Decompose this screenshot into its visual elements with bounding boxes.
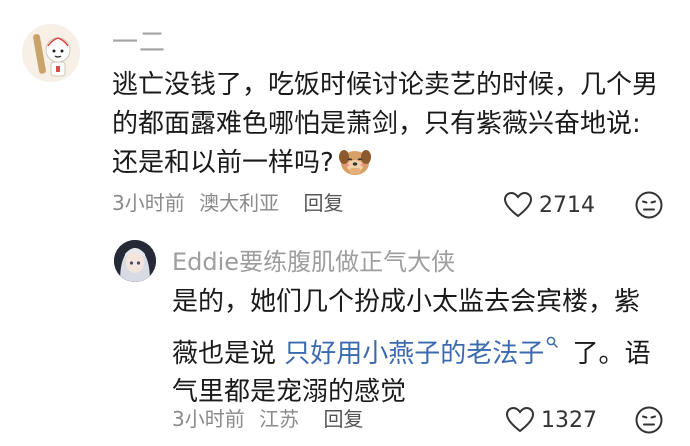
comment-thread: 一二 逃亡没钱了，吃饭时候讨论卖艺的时候，几个男的都面露难色哪怕是萧剑，只有紫薇… (0, 0, 690, 446)
username[interactable]: 一二 (112, 22, 166, 59)
shy-dog-emoji-icon (338, 147, 372, 177)
comment-meta: 3小时前 澳大利亚 回复 (112, 188, 343, 218)
comment-text: 逃亡没钱了，吃饭时候讨论卖艺的时候，几个男的都面露难色哪怕是萧剑，只有紫薇兴奋地… (112, 66, 672, 183)
cartoon-baseball-avatar-icon (22, 24, 80, 82)
location: 澳大利亚 (199, 191, 280, 215)
dislike-button[interactable] (634, 190, 664, 220)
timestamp: 3小时前 (172, 407, 245, 431)
dislike-button[interactable] (634, 405, 664, 435)
comment-text: 是的，她们几个扮成小太监去会宾楼，紫薇也是说 只好用小燕子的老法子 了。语气里都… (172, 283, 652, 411)
heart-icon (505, 406, 535, 433)
meh-face-icon (635, 191, 663, 219)
reply-button[interactable]: 回复 (303, 191, 343, 215)
comment-body: 逃亡没钱了，吃饭时候讨论卖艺的时候，几个男的都面露难色哪怕是萧剑，只有紫薇兴奋地… (112, 70, 659, 178)
heart-icon (503, 191, 533, 218)
search-icon[interactable] (546, 321, 559, 348)
like-button[interactable]: 2714 (503, 190, 595, 220)
search-link[interactable]: 只好用小燕子的老法子 (284, 339, 544, 369)
username[interactable]: Eddie要练腹肌做正气大侠 (172, 242, 455, 277)
meh-face-icon (635, 406, 663, 434)
location: 江苏 (259, 407, 300, 431)
anime-character-avatar-icon (114, 240, 156, 282)
like-button[interactable]: 1327 (505, 405, 597, 435)
avatar[interactable] (114, 240, 156, 282)
timestamp: 3小时前 (112, 191, 185, 215)
comment-meta: 3小时前 江苏 回复 (172, 404, 363, 434)
like-count: 1327 (541, 407, 597, 433)
like-count: 2714 (539, 192, 595, 218)
reply-button[interactable]: 回复 (323, 407, 363, 431)
avatar[interactable] (22, 24, 80, 82)
